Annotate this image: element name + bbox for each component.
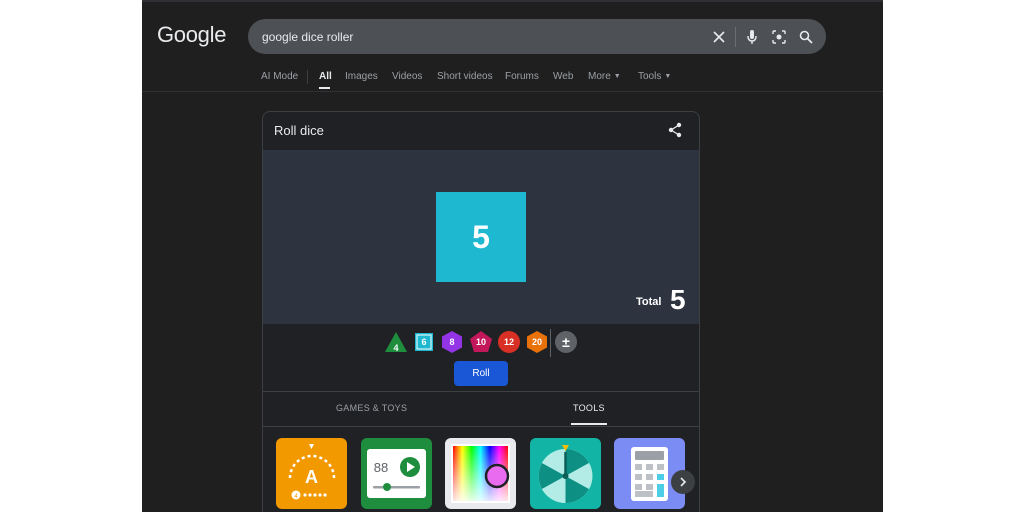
- tab-label: AI Mode: [261, 71, 299, 82]
- tab-web[interactable]: Web: [553, 71, 573, 82]
- roll-button[interactable]: Roll: [454, 361, 508, 386]
- dice-option-d10[interactable]: 10: [468, 329, 494, 355]
- search-box[interactable]: [248, 19, 826, 54]
- tab-images[interactable]: Images: [345, 71, 378, 82]
- total-value: 5: [670, 284, 686, 315]
- tab-label: Tools: [638, 71, 662, 82]
- rolled-die[interactable]: 5: [436, 192, 526, 282]
- tab-separator: [307, 70, 308, 84]
- dice-option-label: ±: [562, 334, 570, 350]
- tab-label: Videos: [392, 71, 423, 82]
- chevron-right-icon: [680, 477, 687, 487]
- search-icon[interactable]: [797, 28, 815, 46]
- share-icon[interactable]: [665, 120, 685, 140]
- spinner-tile[interactable]: [530, 438, 601, 509]
- dice-option-d8[interactable]: 8: [439, 329, 465, 355]
- tab-label: Forums: [505, 71, 539, 82]
- tab-forums[interactable]: Forums: [505, 71, 539, 82]
- tab-ai-mode[interactable]: AI Mode: [261, 71, 298, 82]
- tab-videos[interactable]: Videos: [392, 71, 422, 82]
- tab-all[interactable]: All: [319, 71, 332, 82]
- tab-more[interactable]: More ▼: [588, 71, 621, 82]
- dice-roller-card: Roll dice 5 Total 5 Roll 4 6 8 10 12 20 ± GAME…: [262, 111, 700, 512]
- dice-selector-row: Roll 4 6 8 10 12 20 ±: [263, 324, 699, 386]
- tab-label: More: [588, 71, 611, 82]
- top-border: [142, 0, 883, 2]
- metronome-tile[interactable]: A 4: [276, 438, 347, 509]
- tab-games-toys[interactable]: GAMES & TOYS: [336, 403, 407, 413]
- tab-tools[interactable]: TOOLS: [573, 403, 605, 413]
- lens-icon[interactable]: [770, 28, 788, 46]
- card-title: Roll dice: [274, 123, 324, 138]
- caret-down-icon: ▼: [613, 73, 621, 80]
- timer-tile[interactable]: 88: [361, 438, 432, 509]
- google-results-page: Google AI Mode All Images Videos Short video…: [142, 0, 883, 512]
- dice-option-label: 4: [393, 343, 399, 353]
- dice-option-modifier[interactable]: ±: [553, 329, 579, 355]
- microphone-icon[interactable]: [743, 28, 761, 46]
- google-logo[interactable]: Google: [157, 22, 226, 48]
- tab-short-videos[interactable]: Short videos: [437, 71, 493, 82]
- tab-label: All: [319, 71, 332, 82]
- metronome-letter: A: [305, 467, 318, 487]
- tiles-next-button[interactable]: [671, 470, 695, 494]
- tab-label: Images: [345, 71, 378, 82]
- caret-down-icon: ▼: [664, 73, 672, 80]
- header-divider: [142, 91, 883, 92]
- dice-option-label: 12: [503, 337, 514, 347]
- dice-row-separator: [550, 329, 551, 357]
- dice-option-d20[interactable]: 20: [524, 329, 550, 355]
- total-label: Total: [636, 296, 662, 308]
- dice-option-label: 8: [449, 337, 455, 347]
- dice-option-d6[interactable]: 6: [411, 329, 437, 355]
- tab-label: Short videos: [437, 71, 493, 82]
- close-icon[interactable]: [710, 28, 728, 46]
- category-tab-underline: [571, 423, 607, 425]
- tab-label: Web: [553, 71, 574, 82]
- active-tab-underline: [319, 87, 330, 89]
- dice-option-d12[interactable]: 12: [496, 329, 522, 355]
- dice-option-label: 20: [531, 337, 542, 347]
- timer-number: 88: [374, 460, 388, 475]
- search-input[interactable]: [262, 19, 682, 54]
- color-picker-tile[interactable]: [445, 438, 516, 509]
- dice-option-label: 10: [475, 337, 486, 347]
- dice-stage: 5 Total 5: [263, 150, 699, 324]
- dice-option-d4[interactable]: 4: [383, 329, 409, 355]
- dice-option-label: 6: [421, 337, 427, 347]
- search-divider: [735, 27, 736, 47]
- tab-tools[interactable]: Tools ▼: [638, 71, 671, 82]
- category-tabs: GAMES & TOYS TOOLS: [263, 391, 699, 427]
